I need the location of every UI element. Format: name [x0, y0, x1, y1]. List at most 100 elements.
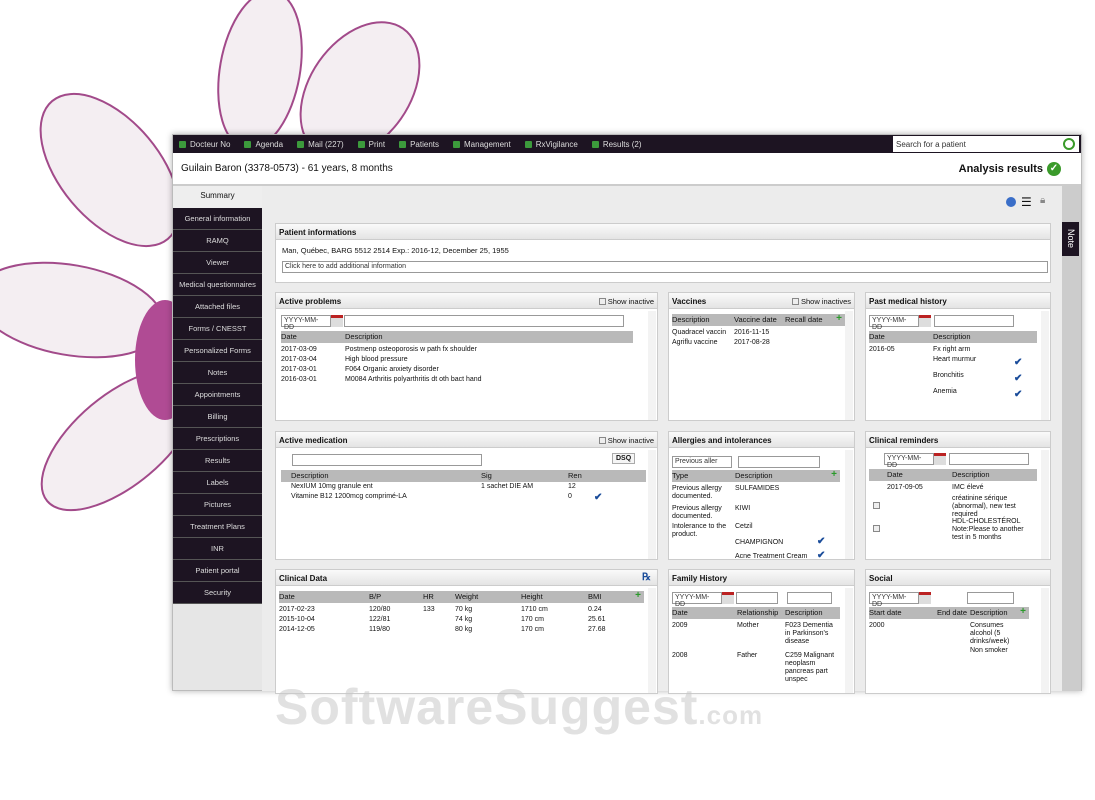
- nav-results[interactable]: Results (2): [591, 140, 642, 149]
- checkbox[interactable]: [873, 502, 880, 509]
- description-input[interactable]: [344, 315, 624, 327]
- relationship-select[interactable]: [736, 592, 778, 604]
- table-cell: 2016-03-01: [281, 376, 317, 383]
- nav-agenda[interactable]: Agenda: [244, 140, 283, 149]
- checkbox[interactable]: [791, 298, 799, 305]
- add-icon[interactable]: +: [635, 590, 641, 601]
- panel-title-text: Clinical reminders: [869, 436, 939, 445]
- calendar-icon[interactable]: [934, 453, 946, 465]
- sidebar-item[interactable]: Patient portal: [173, 560, 262, 582]
- checkbox[interactable]: [873, 525, 880, 532]
- calendar-icon[interactable]: [919, 315, 931, 327]
- sidebar-item[interactable]: Labels: [173, 472, 262, 494]
- dsq-button[interactable]: DSQ: [612, 453, 636, 464]
- sidebar-item[interactable]: Viewer: [173, 252, 262, 274]
- scrollbar[interactable]: [1041, 450, 1049, 559]
- scrollbar[interactable]: [845, 311, 853, 420]
- nav-management[interactable]: Management: [453, 140, 511, 149]
- panel-title-text: Active problems: [279, 297, 342, 306]
- reminders-panel: Clinical reminders YYYY-MM-DD Date Descript…: [865, 431, 1051, 560]
- sidebar-item[interactable]: INR: [173, 538, 262, 560]
- show-inactive-toggle[interactable]: Show inactive: [598, 297, 654, 306]
- menu-icon[interactable]: ☰: [1021, 195, 1032, 209]
- analysis-results[interactable]: Analysis results ✓: [959, 162, 1061, 176]
- date-input[interactable]: YYYY-MM-DD: [869, 592, 919, 608]
- info-icon[interactable]: [1006, 197, 1016, 207]
- column-header: Date: [281, 332, 297, 341]
- scrollbar[interactable]: [845, 450, 853, 559]
- table-cell: 119/80: [369, 626, 390, 633]
- chart-icon[interactable]: ℞: [642, 572, 651, 583]
- nav-print[interactable]: Print: [357, 140, 385, 149]
- sidebar-item[interactable]: General information: [173, 208, 262, 230]
- scrollbar[interactable]: [845, 588, 853, 693]
- table-cell: 0: [568, 493, 572, 500]
- add-icon[interactable]: +: [1020, 606, 1026, 617]
- add-icon[interactable]: +: [836, 313, 842, 324]
- mail-icon: [297, 140, 305, 148]
- patient-search[interactable]: Search for a patient: [893, 136, 1079, 152]
- allergy-input[interactable]: [738, 456, 820, 468]
- add-icon[interactable]: +: [831, 469, 837, 480]
- sidebar-item[interactable]: Forms / CNESST: [173, 318, 262, 340]
- sidebar-item[interactable]: Notes: [173, 362, 262, 384]
- date-input[interactable]: YYYY-MM-DD: [672, 592, 722, 608]
- column-header: Sig: [481, 471, 492, 480]
- search-icon[interactable]: [1063, 138, 1075, 150]
- patients-icon: [399, 140, 407, 148]
- nav-label: Docteur No: [190, 139, 231, 149]
- scrollbar[interactable]: [648, 450, 656, 559]
- sidebar-item[interactable]: Personalized Forms: [173, 340, 262, 362]
- sidebar-item[interactable]: Billing: [173, 406, 262, 428]
- document-icon: [591, 140, 599, 148]
- lock-icon[interactable]: 🔒︎: [1040, 195, 1045, 206]
- description-input[interactable]: [949, 453, 1029, 465]
- note-tab[interactable]: Note: [1062, 222, 1079, 256]
- date-input[interactable]: YYYY-MM-DD: [869, 315, 919, 331]
- panel-title: Past medical history: [866, 293, 1050, 309]
- nav-mail[interactable]: Mail (227): [297, 140, 344, 149]
- date-input[interactable]: YYYY-MM-DD: [281, 315, 331, 331]
- scrollbar[interactable]: [648, 311, 656, 420]
- nav-rxvigilance[interactable]: RxVigilance: [524, 140, 578, 149]
- table-cell: 74 kg: [455, 616, 473, 623]
- nav-patients[interactable]: Patients: [399, 140, 439, 149]
- sidebar-item[interactable]: Attached files: [173, 296, 262, 318]
- description-input[interactable]: [967, 592, 1014, 604]
- sidebar-item[interactable]: Results: [173, 450, 262, 472]
- medication-input[interactable]: [292, 454, 482, 466]
- show-inactive-toggle[interactable]: Show inactive: [598, 436, 654, 445]
- sidebar-item[interactable]: Prescriptions: [173, 428, 262, 450]
- right-scrollbar[interactable]: Note: [1062, 186, 1081, 691]
- sidebar-item[interactable]: RAMQ: [173, 230, 262, 252]
- sidebar-summary[interactable]: Summary: [173, 186, 262, 208]
- social-panel: Social YYYY-MM-DD Start date End date Descri…: [865, 569, 1051, 694]
- sidebar-item[interactable]: Treatment Plans: [173, 516, 262, 538]
- search-input[interactable]: Search for a patient: [893, 140, 1063, 149]
- add-info-input[interactable]: Click here to add additional information: [282, 261, 1048, 273]
- active-problems-panel: Active problems Show inactive YYYY-MM-DD Da…: [275, 292, 658, 421]
- column-header: Date: [672, 608, 688, 617]
- scrollbar[interactable]: [1041, 588, 1049, 693]
- calendar-icon[interactable]: [919, 592, 931, 604]
- column-header: Description: [672, 315, 710, 324]
- description-input[interactable]: [934, 315, 1014, 327]
- table-cell: Postmenp osteoporosis w path fx shoulder: [345, 346, 477, 353]
- scrollbar[interactable]: [1041, 311, 1049, 420]
- allergy-type-select[interactable]: Previous aller: [672, 456, 732, 468]
- sidebar-item[interactable]: Pictures: [173, 494, 262, 516]
- checkbox[interactable]: [598, 437, 606, 444]
- checkbox[interactable]: [598, 298, 606, 305]
- calendar-icon[interactable]: [722, 592, 734, 604]
- table-cell: 2016-05: [869, 346, 895, 353]
- date-input[interactable]: YYYY-MM-DD: [884, 453, 934, 469]
- panel-title: Allergies and intolerances: [669, 432, 854, 448]
- sidebar-item[interactable]: Security: [173, 582, 262, 604]
- calendar-icon[interactable]: [331, 315, 343, 327]
- nav-docteur[interactable]: Docteur No: [179, 140, 230, 149]
- column-header: Weight: [455, 592, 479, 601]
- sidebar-item[interactable]: Appointments: [173, 384, 262, 406]
- sidebar-item[interactable]: Medical questionnaires: [173, 274, 262, 296]
- show-inactive-toggle[interactable]: Show inactives: [791, 297, 851, 306]
- description-input[interactable]: [787, 592, 832, 604]
